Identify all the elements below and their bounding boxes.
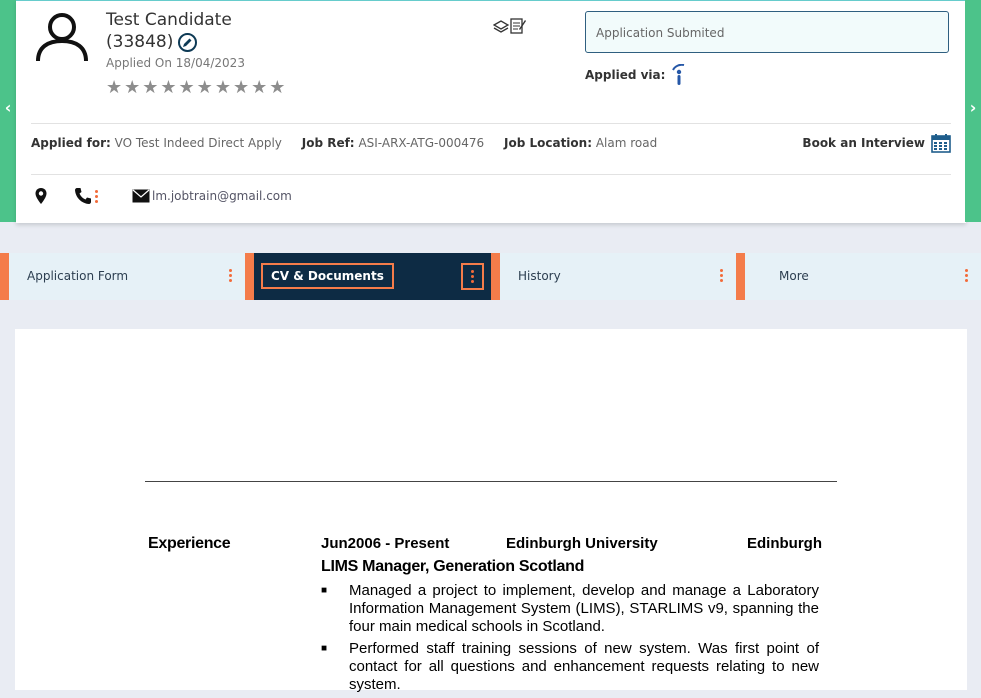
- cv-job-title: LIMS Manager, Generation Scotland: [321, 558, 585, 575]
- rating-stars[interactable]: ★★★★★★★★★★: [106, 77, 287, 98]
- tab-options-icon[interactable]: [229, 269, 232, 282]
- tab-cv-documents[interactable]: CV & Documents: [245, 253, 491, 300]
- candidate-tabs: Application Form CV & Documents History …: [0, 253, 981, 300]
- cv-job-bullets: ■ Managed a project to implement, develo…: [321, 582, 819, 698]
- candidate-id-row: (33848): [106, 31, 198, 53]
- user-icon: [36, 13, 88, 62]
- bullet-icon: ■: [321, 585, 328, 596]
- cv-job-location: Edinburgh: [747, 535, 822, 552]
- tab-label: History: [518, 269, 561, 283]
- tab-options-icon[interactable]: [965, 269, 968, 282]
- divider: [31, 174, 951, 175]
- applied-via: Applied via:: [585, 64, 685, 86]
- candidate-header-card: Test Candidate (33848) Applied On 18/04/…: [16, 0, 966, 223]
- applied-for: Applied for: VO Test Indeed Direct Apply: [31, 136, 282, 150]
- tab-label: More: [779, 269, 809, 283]
- applied-via-label: Applied via:: [585, 68, 666, 82]
- phone-options-icon[interactable]: [95, 189, 98, 204]
- applied-on-date: Applied On 18/04/2023: [106, 56, 245, 70]
- list-item: ■ Performed staff training sessions of n…: [321, 640, 819, 693]
- mail-icon: [132, 189, 150, 203]
- job-ref: Job Ref: ASI-ARX-ATG-000476: [301, 136, 485, 150]
- chevron-left-icon[interactable]: ‹: [0, 98, 16, 118]
- book-interview-button[interactable]: Book an Interview: [802, 133, 951, 153]
- calendar-icon: [931, 134, 951, 153]
- job-location: Job Location: Alam road: [503, 136, 658, 150]
- list-item: ■ Managed a project to implement, develo…: [321, 582, 819, 635]
- tab-history[interactable]: History: [491, 253, 736, 300]
- candidate-name: Test Candidate: [106, 10, 232, 30]
- tab-options-icon[interactable]: [720, 269, 723, 282]
- divider: [145, 481, 837, 482]
- cv-job-dates: Jun2006 - Present: [321, 535, 450, 552]
- book-interview-label: Book an Interview: [802, 136, 925, 150]
- previous-candidate-bar[interactable]: ‹: [0, 0, 16, 222]
- cv-job-employer: Edinburgh University: [506, 535, 658, 552]
- job-info-row: Applied for: VO Test Indeed Direct Apply…: [31, 136, 673, 150]
- tab-label: Application Form: [27, 269, 129, 283]
- pencil-icon[interactable]: [178, 32, 198, 52]
- phone-icon[interactable]: [74, 187, 92, 205]
- cv-document-viewer[interactable]: Experience Jun2006 - Present Edinburgh U…: [15, 329, 967, 693]
- candidate-id: (33848): [106, 32, 174, 52]
- next-candidate-bar[interactable]: ›: [965, 0, 981, 222]
- tab-application-form[interactable]: Application Form: [0, 253, 245, 300]
- indeed-icon: [672, 64, 685, 85]
- tab-more[interactable]: More: [736, 253, 981, 300]
- tab-options-icon[interactable]: [461, 263, 484, 290]
- contact-row: lm.jobtrain@gmail.com: [31, 187, 292, 205]
- chevron-right-icon[interactable]: ›: [965, 98, 981, 118]
- bullet-icon: ■: [321, 643, 328, 654]
- map-pin-icon[interactable]: [34, 187, 48, 205]
- cv-section-heading: Experience: [148, 535, 231, 552]
- divider: [31, 123, 951, 124]
- documents-icon[interactable]: [493, 17, 527, 35]
- application-status-select[interactable]: Application Submited: [585, 11, 949, 53]
- tab-label: CV & Documents: [261, 263, 394, 289]
- email-link[interactable]: lm.jobtrain@gmail.com: [152, 189, 292, 203]
